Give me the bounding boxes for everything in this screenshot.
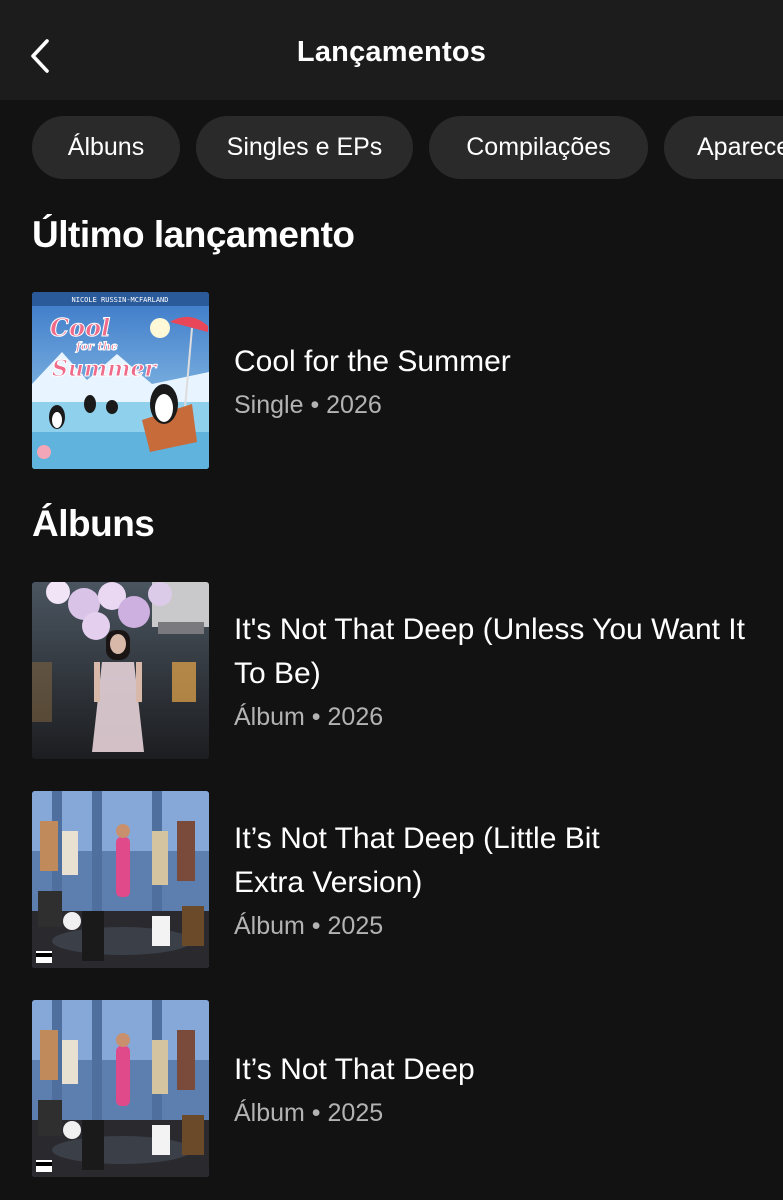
album-row[interactable]: It’s Not That Deep Álbum • 2025 xyxy=(32,1000,772,1178)
chip-appears-on[interactable]: Aparece xyxy=(664,116,783,179)
top-bar: Lançamentos xyxy=(0,0,783,100)
chip-label: Singles e EPs xyxy=(226,133,383,161)
release-subtitle: Single • 2026 xyxy=(234,391,382,419)
svg-text:Cool: Cool xyxy=(50,313,110,342)
filter-chip-bar: Álbuns Singles e EPs Compilações Aparece xyxy=(0,100,783,200)
chip-label: Aparece xyxy=(697,133,783,161)
album-subtitle: Álbum • 2025 xyxy=(234,912,384,940)
album-title: It’s Not That Deep (Little Bit Extra Ver… xyxy=(234,822,600,899)
cover-art-unless-you-want-it-to-be xyxy=(32,582,209,759)
chip-label: Álbuns xyxy=(67,133,145,161)
chip-albums[interactable]: Álbuns xyxy=(32,116,180,179)
album-text: It's Not That Deep (Unless You Want It T… xyxy=(234,582,772,760)
album-text: It’s Not That Deep (Little Bit Extra Ver… xyxy=(234,791,772,969)
release-title: Cool for the Summer xyxy=(234,345,511,378)
svg-text:Summer: Summer xyxy=(52,356,157,382)
release-row-latest[interactable]: NICOLE RUSSIN-MCFARLAND Cool for the Sum… xyxy=(32,292,772,470)
section-title-albums: Álbuns xyxy=(32,503,155,544)
album-subtitle: Álbum • 2025 xyxy=(234,1099,384,1127)
cover-art-its-not-that-deep xyxy=(32,1000,209,1177)
chip-label: Compilações xyxy=(466,133,611,161)
album-subtitle: Álbum • 2026 xyxy=(234,703,384,731)
svg-text:for the: for the xyxy=(75,340,118,353)
album-title: It’s Not That Deep xyxy=(234,1053,475,1086)
album-row[interactable]: It's Not That Deep (Unless You Want It T… xyxy=(32,582,772,760)
cover-art-little-bit-extra-version xyxy=(32,791,209,968)
cover-artist-text: NICOLE RUSSIN-MCFARLAND xyxy=(72,296,169,304)
chip-compilations[interactable]: Compilações xyxy=(429,116,648,179)
page-title: Lançamentos xyxy=(296,36,487,68)
release-text: Cool for the Summer Single • 2026 xyxy=(234,292,772,470)
cover-art-cool-for-the-summer: NICOLE RUSSIN-MCFARLAND Cool for the Sum… xyxy=(32,292,209,469)
section-title-latest: Último lançamento xyxy=(32,214,355,255)
album-row[interactable]: It’s Not That Deep (Little Bit Extra Ver… xyxy=(32,791,772,969)
album-title: It's Not That Deep (Unless You Want It T… xyxy=(234,613,745,690)
album-text: It’s Not That Deep Álbum • 2025 xyxy=(234,1000,772,1178)
chip-singles-eps[interactable]: Singles e EPs xyxy=(196,116,413,179)
